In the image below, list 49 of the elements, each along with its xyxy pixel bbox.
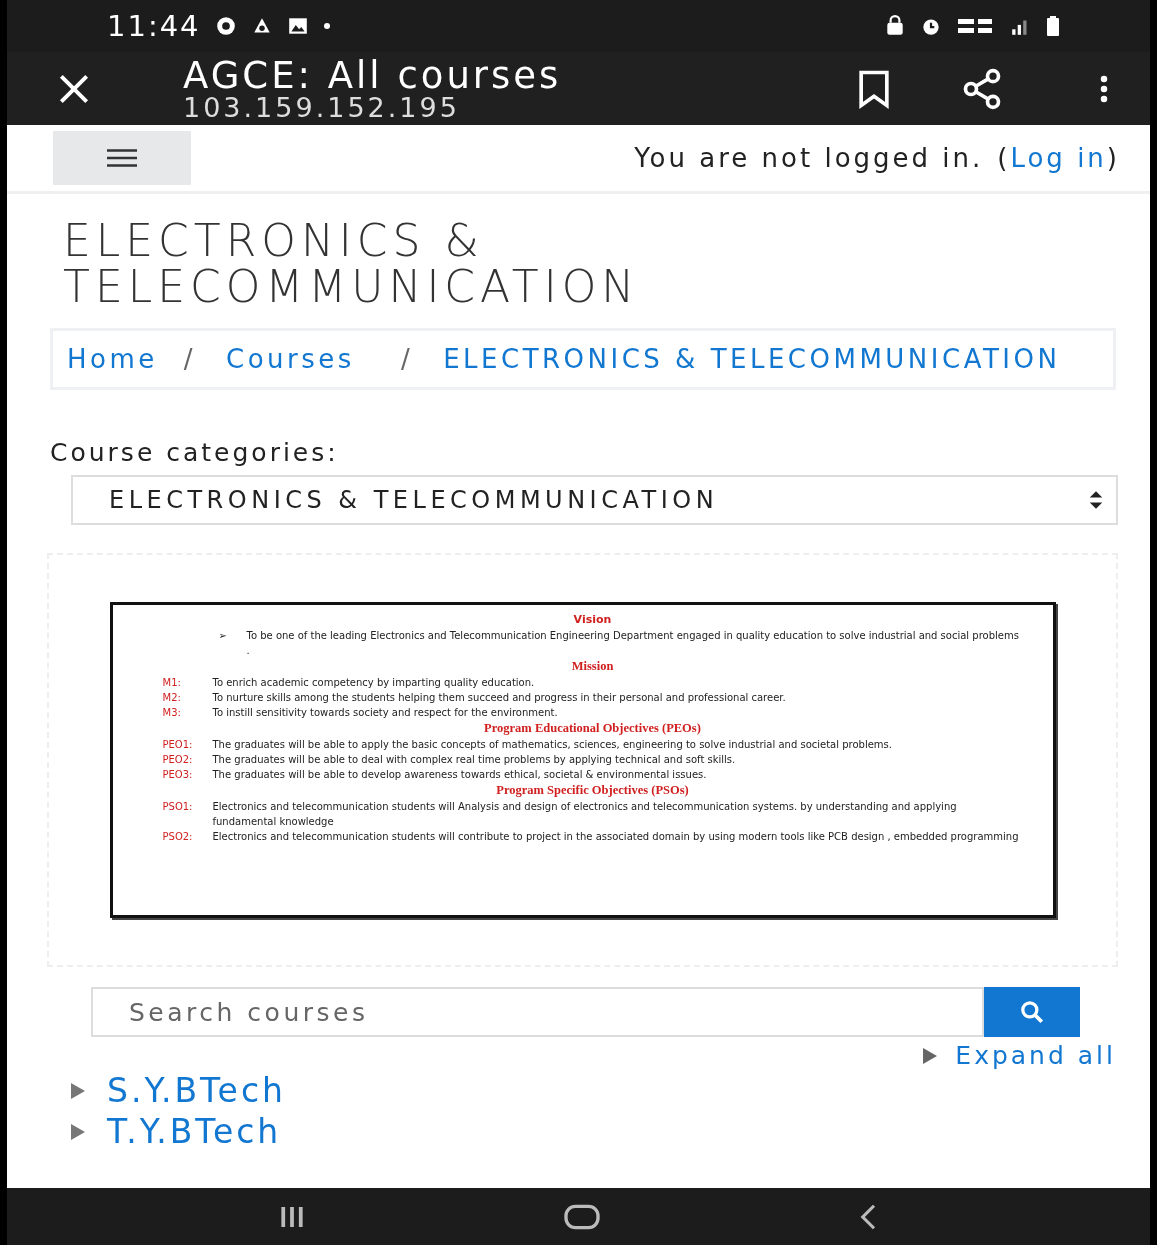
item-label: PSO1: [162, 800, 194, 814]
category-select[interactable]: ELECTRONICS & TELECOMMUNICATION [71, 475, 1118, 525]
item-label: PEO3: [162, 768, 194, 782]
menu-button[interactable] [53, 131, 191, 185]
item-label: M2: [162, 691, 182, 705]
login-paren: ( [997, 143, 1011, 173]
page-url: 103.159.152.195 [183, 93, 461, 121]
breadcrumb-link[interactable]: Courses [226, 337, 355, 381]
login-paren: ) [1106, 143, 1120, 173]
item-text: Electronics and telecommunication students will Analysis and design of electronics and telecommunication systems. by understanding and applying fundamental knowledge [212, 800, 958, 829]
item-label: M3: [162, 706, 182, 720]
battery-icon [1046, 15, 1060, 37]
document-heading: Vision [572, 612, 613, 628]
item-text: Electronics and telecommunication students will contribute to project in the associated domain by using modern tools like PCB design , embedded programming [212, 830, 1019, 844]
breadcrumb-separator: / [400, 343, 414, 376]
item-text: To nurture skills among the students helping them succeed and progress in their personal and professional career. [212, 691, 786, 705]
breadcrumb-separator: / [183, 343, 197, 376]
category-label: Course categories: [50, 438, 340, 467]
breadcrumb-link[interactable]: Home [67, 337, 158, 381]
login-link[interactable]: Log in [1010, 143, 1107, 173]
category-link[interactable]: T.Y.BTech [71, 1111, 282, 1152]
breadcrumb-link[interactable]: ELECTRONICS & TELECOMMUNICATION [443, 337, 1061, 381]
item-text: To enrich academic competency by imparting quality education. [212, 676, 535, 690]
item-text: The graduates will be able to deal with complex real time problems by applying technical and soft skills. [212, 753, 736, 767]
item-text: To instill sensitivity towards society and respect for the environment. [212, 706, 558, 720]
item-label: ➢ [218, 629, 228, 643]
search-field[interactable]: Search courses [91, 987, 984, 1037]
item-label: M1: [162, 676, 182, 690]
category-heading: ELECTRONICS & TELECOMMUNICATION [63, 218, 641, 310]
more-icon[interactable] [1098, 73, 1110, 104]
lock-icon [884, 15, 906, 37]
item-text: The graduates will be able to develop awareness towards ethical, societal & environmental issues. [212, 768, 707, 782]
image-icon [286, 15, 309, 37]
item-label: PEO2: [162, 753, 194, 767]
document-heading: Mission [570, 658, 615, 675]
search-icon [1019, 999, 1045, 1025]
dot-icon [322, 22, 331, 30]
page-title: AGCE: All courses [183, 56, 563, 94]
item-text: To be one of the leading Electronics and Telecommunication Engineering Department engaged in quality education to solve industrial and social problems . [246, 629, 1020, 658]
item-label: PEO1: [162, 738, 194, 752]
expand-all-link[interactable]: Expand all [923, 1041, 1116, 1070]
clock-time: 11:44 [107, 9, 201, 43]
item-text: The graduates will be able to apply the basic concepts of mathematics, sciences, engineering to solve industrial and societal problems. [212, 738, 892, 752]
item-label: PSO2: [162, 830, 194, 844]
document-heading: Program Educational Objectives (PEOs) [483, 720, 702, 737]
search-button[interactable] [984, 987, 1080, 1037]
category-link[interactable]: S.Y.BTech [71, 1070, 286, 1111]
login-status: You are not logged in. [634, 143, 984, 173]
document-heading: Program Specific Objectives (PSOs) [495, 782, 690, 799]
